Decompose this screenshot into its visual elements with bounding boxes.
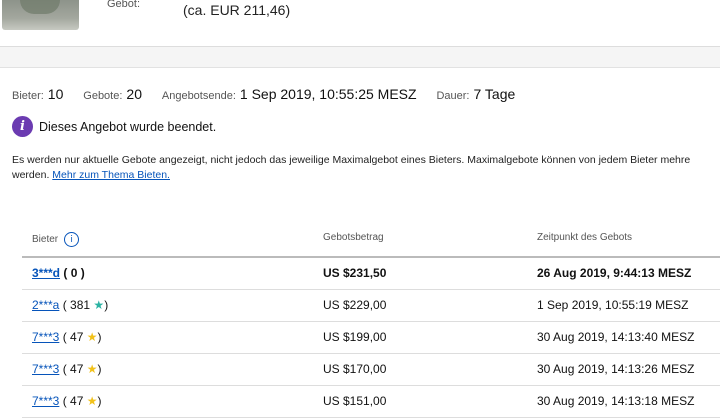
bieter-label: Bieter:: [12, 90, 44, 102]
table-row: 7***3 ( 47 ★) US $151,00 30 Aug 2019, 14…: [22, 386, 720, 418]
info-line-1: Es werden nur aktuelle Gebote angezeigt,…: [12, 154, 691, 166]
table-row: 2***a ( 381 ★) US $229,00 1 Sep 2019, 10…: [22, 290, 720, 322]
bidder-name-link[interactable]: 7***3: [32, 330, 59, 344]
feedback-score[interactable]: 47: [70, 394, 83, 408]
star-teal-icon: ★: [93, 298, 105, 312]
bid-amount: US $199,00: [323, 330, 387, 344]
column-header-zeitpunkt: Zeitpunkt des Gebots: [537, 232, 633, 243]
bidder-name-link[interactable]: 7***3: [32, 394, 59, 408]
paren-close: ): [104, 298, 109, 312]
bidder-cell: 7***3 ( 47 ★): [32, 394, 102, 408]
bieter-count: 10: [47, 86, 64, 102]
bid-info-text: Es werden nur aktuelle Gebote angezeigt,…: [12, 153, 720, 183]
gebote-label: Gebote:: [83, 90, 123, 102]
angebotsende-value: 1 Sep 2019, 10:55:25 MESZ: [239, 86, 417, 102]
feedback-score[interactable]: 0: [71, 266, 78, 280]
bid-time: 26 Aug 2019, 9:44:13 MESZ: [537, 266, 692, 280]
paren-close: ): [97, 394, 102, 408]
bidder-cell: 7***3 ( 47 ★): [32, 330, 102, 344]
bidder-name-link[interactable]: 3***d: [32, 266, 60, 280]
paren-close: ): [97, 330, 102, 344]
bidder-cell: 7***3 ( 47 ★): [32, 362, 102, 376]
bid-time: 30 Aug 2019, 14:13:26 MESZ: [537, 362, 695, 376]
column-header-bieter-label: Bieter: [32, 234, 59, 245]
dauer-label: Dauer:: [436, 90, 470, 102]
paren-open: (: [62, 330, 67, 344]
auction-summary: Bieter: 10 Gebote: 20 Angebotsende: 1 Sep 2…: [12, 86, 531, 102]
star-yellow-icon: ★: [86, 330, 98, 344]
bidder-name-link[interactable]: 7***3: [32, 362, 59, 376]
paren-close: ): [97, 362, 102, 376]
info-icon: i: [12, 116, 33, 137]
table-row: 7***3 ( 47 ★) US $170,00 30 Aug 2019, 14…: [22, 354, 720, 386]
info-line-2: werden.: [12, 169, 53, 181]
bidder-cell: 2***a ( 381 ★): [32, 298, 108, 312]
bid-time: 30 Aug 2019, 14:13:40 MESZ: [537, 330, 695, 344]
bid-amount: US $170,00: [323, 362, 387, 376]
gebote-count: 20: [126, 86, 142, 102]
paren-open: (: [62, 394, 67, 408]
feedback-score[interactable]: 47: [70, 330, 83, 344]
paren-open: (: [62, 362, 67, 376]
gebot-converted-value: (ca. EUR 211,46): [183, 2, 291, 18]
gebot-label: Gebot:: [107, 0, 141, 10]
feedback-score[interactable]: 47: [70, 362, 83, 376]
bid-amount: US $151,00: [323, 394, 387, 408]
paren-close: ): [80, 266, 85, 280]
paren-open: (: [62, 298, 67, 312]
mehr-zum-thema-link[interactable]: Mehr zum Thema Bieten.: [52, 169, 170, 181]
star-yellow-icon: ★: [86, 394, 98, 408]
ended-notice: i Dieses Angebot wurde beendet.: [12, 116, 216, 137]
ended-text: Dieses Angebot wurde beendet.: [39, 119, 217, 134]
column-header-bieter: Bieter i: [32, 232, 80, 247]
bid-time: 1 Sep 2019, 10:55:19 MESZ: [537, 298, 689, 312]
table-row: 7***3 ( 47 ★) US $199,00 30 Aug 2019, 14…: [22, 322, 720, 354]
dauer-value: 7 Tage: [473, 86, 516, 102]
paren-open: (: [63, 266, 68, 280]
star-yellow-icon: ★: [86, 362, 98, 376]
item-thumbnail[interactable]: [2, 0, 79, 30]
bidder-name-link[interactable]: 2***a: [32, 298, 59, 312]
bid-amount: US $231,50: [323, 266, 387, 280]
bid-time: 30 Aug 2019, 14:13:18 MESZ: [537, 394, 695, 408]
info-circle-icon[interactable]: i: [64, 232, 80, 247]
column-header-gebotsbetrag: Gebotsbetrag: [323, 232, 384, 243]
table-row: 3***d ( 0 ) US $231,50 26 Aug 2019, 9:44…: [22, 258, 720, 290]
bid-amount: US $229,00: [323, 298, 387, 312]
feedback-score[interactable]: 381: [70, 298, 90, 312]
angebotsende-label: Angebotsende:: [161, 90, 236, 102]
bidder-cell: 3***d ( 0 ): [32, 266, 85, 280]
separator-band: [0, 47, 720, 68]
